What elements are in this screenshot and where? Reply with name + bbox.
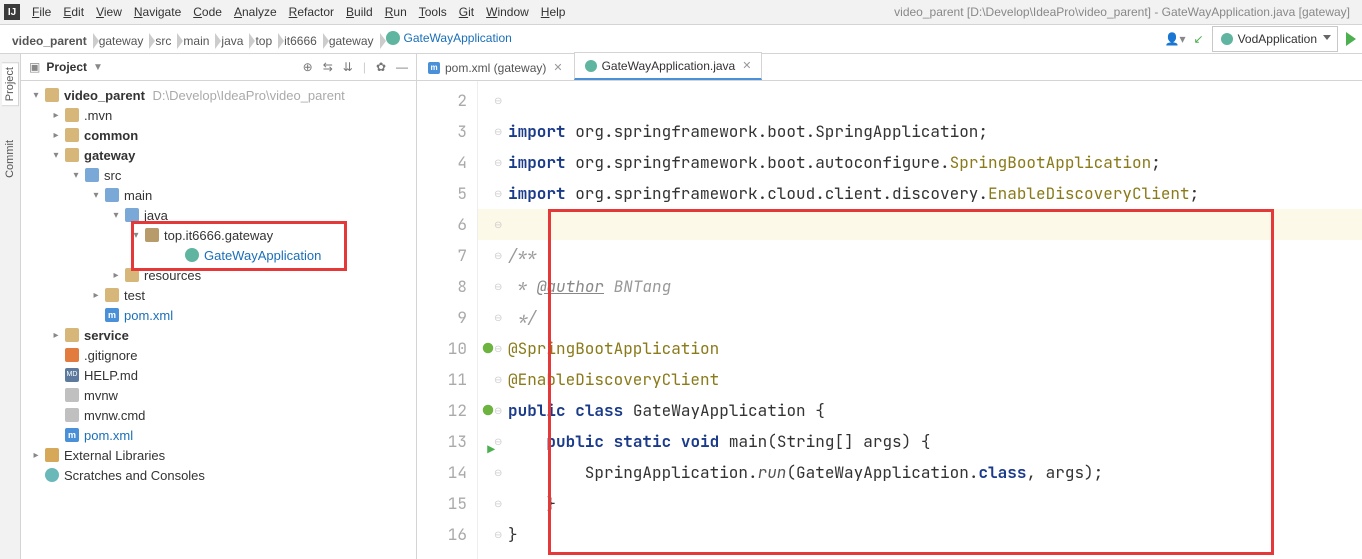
hide-icon[interactable]: — xyxy=(396,60,408,74)
editor-area: m pom.xml (gateway) ✕ GateWayApplication… xyxy=(417,54,1362,559)
code-line[interactable]: ⊖ public static void main(String[] args)… xyxy=(478,426,1362,457)
menu-code[interactable]: Code xyxy=(187,3,228,21)
tool-tab-project[interactable]: Project xyxy=(2,62,19,106)
editor-tabs: m pom.xml (gateway) ✕ GateWayApplication… xyxy=(417,54,1362,81)
code-editor[interactable]: 2345678910111213▶141516 ⊖⊖import org.spr… xyxy=(417,81,1362,559)
breadcrumb[interactable]: top xyxy=(249,30,278,52)
tool-tab-commit[interactable]: Commit xyxy=(2,136,18,182)
menu-file[interactable]: File xyxy=(26,3,57,21)
tool-window-bar: Project Commit xyxy=(0,54,21,559)
code-line[interactable]: ⊖@EnableDiscoveryClient xyxy=(478,364,1362,395)
tab-gateway[interactable]: GateWayApplication.java ✕ xyxy=(574,52,763,80)
close-icon[interactable]: ✕ xyxy=(742,59,751,72)
breadcrumb[interactable]: gateway xyxy=(93,30,150,52)
code-line[interactable]: ⊖@SpringBootApplication xyxy=(478,333,1362,364)
close-icon[interactable]: ✕ xyxy=(553,61,562,74)
panel-title: Project xyxy=(46,60,87,74)
vcs-update-icon[interactable]: ↙ xyxy=(1194,32,1204,46)
breadcrumb[interactable]: src xyxy=(149,30,177,52)
code-line[interactable]: ⊖ */ xyxy=(478,302,1362,333)
nav-bar: video_parentgatewaysrcmainjavatopit6666g… xyxy=(0,25,1362,54)
code-line[interactable]: ⊖ SpringApplication.run(GateWayApplicati… xyxy=(478,457,1362,488)
code-line[interactable]: ⊖import org.springframework.boot.autocon… xyxy=(478,147,1362,178)
tab-pom[interactable]: m pom.xml (gateway) ✕ xyxy=(417,54,574,80)
breadcrumb[interactable]: GateWayApplication xyxy=(380,27,518,49)
collapse-icon[interactable]: ⇊ xyxy=(343,60,353,74)
class-icon xyxy=(585,60,597,72)
project-tree[interactable]: video_parent D:\Develop\IdeaPro\video_pa… xyxy=(21,81,416,559)
code-line[interactable]: ⊖ xyxy=(478,209,1362,240)
breadcrumb[interactable]: java xyxy=(215,30,249,52)
maven-icon: m xyxy=(428,62,440,74)
code-line[interactable]: ⊖public class GateWayApplication { xyxy=(478,395,1362,426)
breadcrumb[interactable]: gateway xyxy=(323,30,380,52)
expand-icon[interactable]: ⇆ xyxy=(323,60,333,74)
run-config-select[interactable]: VodApplication xyxy=(1212,26,1338,52)
breadcrumb[interactable]: main xyxy=(177,30,215,52)
run-config-label: VodApplication xyxy=(1238,32,1317,46)
code-line[interactable]: ⊖/** xyxy=(478,240,1362,271)
menu-edit[interactable]: Edit xyxy=(57,3,90,21)
menu-git[interactable]: Git xyxy=(453,3,480,21)
run-button[interactable] xyxy=(1346,32,1356,46)
project-panel: ▣ Project ▼ ⊕ ⇆ ⇊ | ✿ — video_parent D:\… xyxy=(21,54,417,559)
locate-icon[interactable]: ⊕ xyxy=(303,60,313,74)
window-title: video_parent [D:\Develop\IdeaPro\video_p… xyxy=(894,5,1358,19)
settings-icon[interactable]: ✿ xyxy=(376,60,386,74)
user-icon[interactable]: 👤▾ xyxy=(1165,32,1186,46)
code-line[interactable]: ⊖ xyxy=(478,85,1362,116)
project-dropdown-icon[interactable]: ▣ xyxy=(29,60,40,74)
breadcrumb[interactable]: video_parent xyxy=(6,30,93,52)
breadcrumb[interactable]: it6666 xyxy=(278,30,323,52)
code-line[interactable]: ⊖ * @author BNTang xyxy=(478,271,1362,302)
menu-navigate[interactable]: Navigate xyxy=(128,3,187,21)
menu-bar: IJ FileEditViewNavigateCodeAnalyzeRefact… xyxy=(0,0,1362,25)
menu-refactor[interactable]: Refactor xyxy=(283,3,340,21)
menu-analyze[interactable]: Analyze xyxy=(228,3,283,21)
menu-window[interactable]: Window xyxy=(480,3,535,21)
menu-help[interactable]: Help xyxy=(535,3,572,21)
code-line[interactable]: ⊖import org.springframework.boot.SpringA… xyxy=(478,116,1362,147)
app-logo: IJ xyxy=(4,4,20,20)
code-line[interactable]: ⊖ } xyxy=(478,488,1362,519)
code-line[interactable]: ⊖} xyxy=(478,519,1362,550)
menu-view[interactable]: View xyxy=(90,3,128,21)
menu-build[interactable]: Build xyxy=(340,3,379,21)
menu-run[interactable]: Run xyxy=(379,3,413,21)
menu-tools[interactable]: Tools xyxy=(413,3,453,21)
code-line[interactable]: ⊖import org.springframework.cloud.client… xyxy=(478,178,1362,209)
